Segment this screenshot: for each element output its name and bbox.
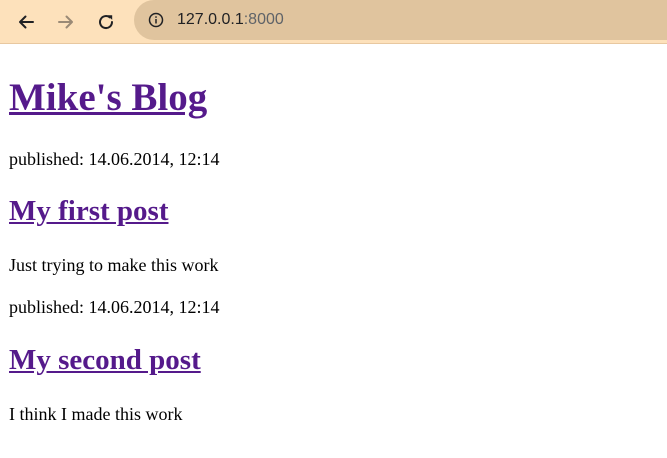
address-port: :8000 xyxy=(243,11,284,28)
address-bar[interactable]: 127.0.0.1:8000 xyxy=(134,0,667,40)
post-published-date: published: 14.06.2014, 12:14 xyxy=(9,297,220,317)
post-text: Just trying to make this work xyxy=(9,255,219,275)
browser-toolbar: 127.0.0.1:8000 xyxy=(0,0,667,44)
post-published-date: published: 14.06.2014, 12:14 xyxy=(9,149,220,169)
blog-title-link[interactable]: Mike's Blog xyxy=(9,76,207,119)
arrow-left-icon xyxy=(19,15,34,29)
arrow-right-icon xyxy=(58,15,73,29)
post-title-link[interactable]: My second post xyxy=(9,344,201,376)
reload-icon xyxy=(99,15,114,30)
reload-button[interactable] xyxy=(90,6,122,38)
blog-title: Mike's Blog xyxy=(9,76,207,120)
page-content: Mike's Blog published: 14.06.2014, 12:14… xyxy=(0,45,667,458)
post-title-link[interactable]: My first post xyxy=(9,195,168,227)
forward-button[interactable] xyxy=(50,6,82,38)
post-title: My first post xyxy=(9,194,168,228)
back-button[interactable] xyxy=(10,6,42,38)
post-text: I think I made this work xyxy=(9,404,183,424)
address-text: 127.0.0.1:8000 xyxy=(177,10,284,30)
address-host: 127.0.0.1 xyxy=(177,11,244,28)
info-icon[interactable] xyxy=(148,12,164,28)
post-title: My second post xyxy=(9,343,201,377)
